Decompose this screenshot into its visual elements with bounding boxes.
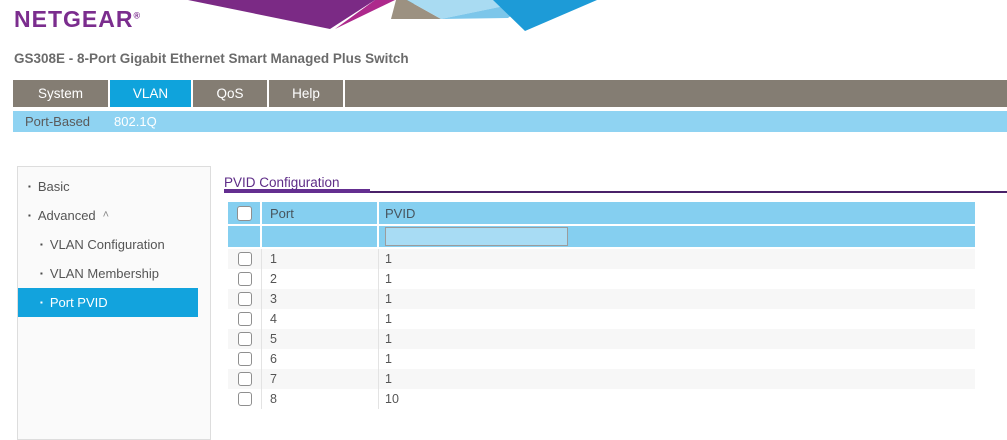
sub-nav: Port-Based 802.1Q: [13, 111, 1007, 132]
caret-up-icon: ˄: [103, 210, 109, 221]
pvid-table: Port PVID 1 1 2 1: [228, 202, 975, 409]
table-row: 2 1: [228, 269, 975, 289]
heading-rule-accent: [224, 189, 370, 193]
row-checkbox[interactable]: [238, 352, 252, 366]
filter-pvid-cell: [379, 226, 975, 247]
table-row: 8 10: [228, 389, 975, 409]
row-pvid-cell: 1: [379, 289, 975, 309]
table-row: 4 1: [228, 309, 975, 329]
bullet-icon: ▪: [40, 241, 43, 249]
table-row: 5 1: [228, 329, 975, 349]
nav-tab[interactable]: Help: [269, 80, 345, 107]
nav-tab[interactable]: System: [13, 80, 110, 107]
table-row: 1 1: [228, 249, 975, 269]
netgear-logo-text: NETGEAR: [14, 6, 133, 32]
sidebar-item-label: Advanced: [38, 208, 96, 223]
row-port-cell: 2: [262, 269, 379, 289]
table-row: 6 1: [228, 349, 975, 369]
header-port-cell: Port: [262, 202, 379, 224]
bullet-icon: ▪: [28, 183, 31, 191]
table-filter-row: [228, 226, 975, 249]
row-select-cell: [228, 289, 262, 309]
table-header-row: Port PVID: [228, 202, 975, 226]
bullet-icon: ▪: [28, 212, 31, 220]
row-pvid-cell: 1: [379, 369, 975, 389]
table-row: 3 1: [228, 289, 975, 309]
sidebar-item-label: VLAN Membership: [50, 266, 159, 281]
nav-tab[interactable]: QoS: [193, 80, 269, 107]
row-port-cell: 1: [262, 249, 379, 269]
row-select-cell: [228, 329, 262, 349]
header-select-cell: [228, 202, 262, 224]
bullet-icon: ▪: [40, 270, 43, 278]
sidebar-item[interactable]: ▪ VLAN Configuration: [18, 230, 210, 259]
page-title: GS308E - 8-Port Gigabit Ethernet Smart M…: [14, 51, 409, 66]
row-pvid-cell: 10: [379, 389, 975, 409]
bullet-icon: ▪: [40, 299, 43, 307]
header-pvid-cell: PVID: [379, 202, 975, 224]
sidebar-item-label: VLAN Configuration: [50, 237, 165, 252]
row-checkbox[interactable]: [238, 272, 252, 286]
row-pvid-cell: 1: [379, 249, 975, 269]
row-pvid-cell: 1: [379, 329, 975, 349]
table-row: 7 1: [228, 369, 975, 389]
registered-mark: ®: [133, 10, 141, 20]
row-port-cell: 3: [262, 289, 379, 309]
row-checkbox[interactable]: [238, 312, 252, 326]
sidebar-item-label: Port PVID: [50, 295, 108, 310]
main-nav: System VLAN QoS Help: [13, 80, 1007, 107]
row-select-cell: [228, 309, 262, 329]
row-port-cell: 6: [262, 349, 379, 369]
row-checkbox[interactable]: [238, 292, 252, 306]
row-port-cell: 4: [262, 309, 379, 329]
sidebar-item[interactable]: ▪ Port PVID: [18, 288, 198, 317]
pvid-filter-input[interactable]: [385, 227, 568, 246]
sidebar-item[interactable]: ▪ Advanced ˄: [18, 201, 210, 230]
nav-tab[interactable]: VLAN: [110, 80, 193, 107]
sidebar-item-label: Basic: [38, 179, 70, 194]
filter-port-cell: [262, 226, 379, 247]
row-pvid-cell: 1: [379, 309, 975, 329]
select-all-checkbox[interactable]: [237, 206, 252, 221]
row-port-cell: 5: [262, 329, 379, 349]
sidebar: ▪ Basic ▪ Advanced ˄ ▪ VLAN Configuratio…: [17, 166, 211, 440]
filter-select-cell: [228, 226, 262, 247]
row-port-cell: 7: [262, 369, 379, 389]
header-banner-graphic: [148, 0, 648, 31]
row-checkbox[interactable]: [238, 372, 252, 386]
row-pvid-cell: 1: [379, 269, 975, 289]
netgear-logo: NETGEAR®: [14, 6, 141, 33]
table-body: 1 1 2 1 3 1: [228, 249, 975, 409]
row-pvid-cell: 1: [379, 349, 975, 369]
section-heading: PVID Configuration: [224, 175, 340, 190]
row-select-cell: [228, 249, 262, 269]
row-select-cell: [228, 349, 262, 369]
sidebar-item[interactable]: ▪ Basic: [18, 172, 210, 201]
row-checkbox[interactable]: [238, 252, 252, 266]
row-port-cell: 8: [262, 389, 379, 409]
row-select-cell: [228, 269, 262, 289]
sidebar-item[interactable]: ▪ VLAN Membership: [18, 259, 210, 288]
subnav-item[interactable]: 802.1Q: [102, 114, 169, 129]
subnav-item[interactable]: Port-Based: [13, 114, 102, 129]
row-checkbox[interactable]: [238, 392, 252, 406]
row-select-cell: [228, 369, 262, 389]
row-checkbox[interactable]: [238, 332, 252, 346]
row-select-cell: [228, 389, 262, 409]
